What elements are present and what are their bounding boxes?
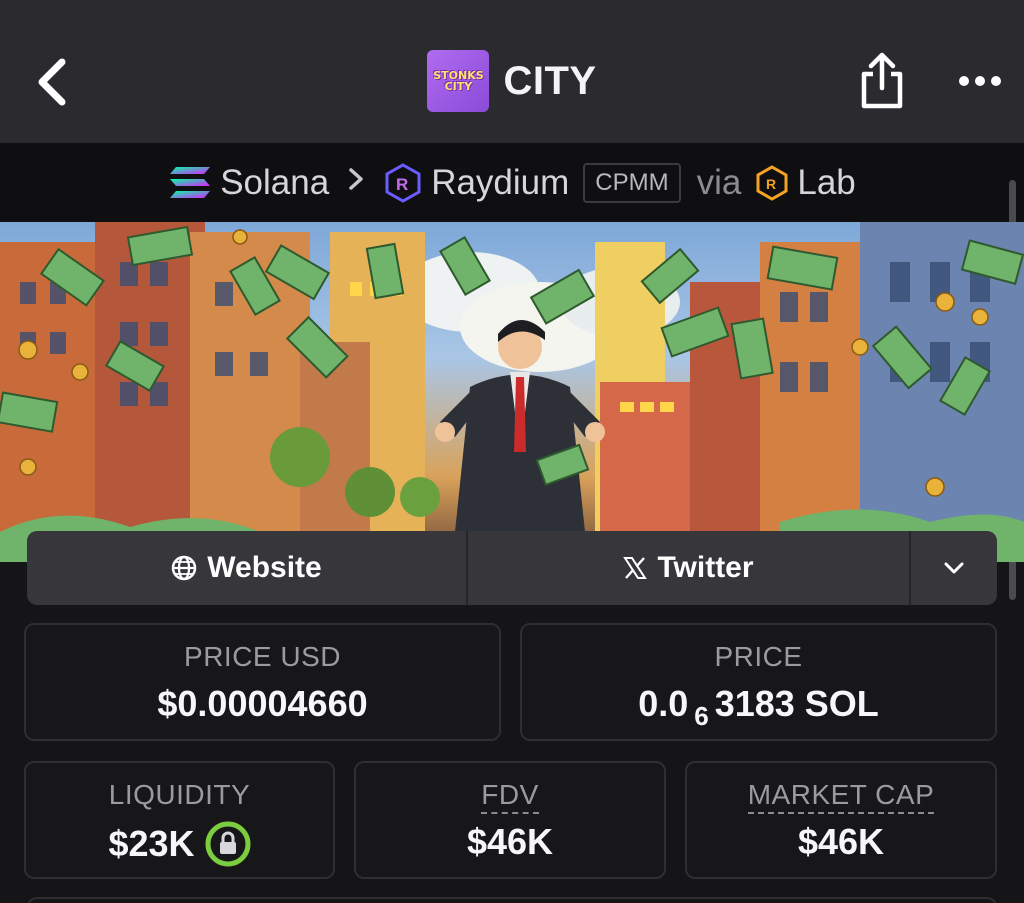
pool-type-badge: CPMM	[583, 162, 681, 203]
logo-text: CITY	[444, 80, 473, 93]
market-cap-label[interactable]: MARKET CAP	[687, 779, 995, 814]
twitter-button[interactable]: Twitter	[468, 531, 911, 605]
solana-icon	[170, 166, 211, 198]
fdv-label[interactable]: FDV	[356, 779, 664, 814]
page-title: CITY	[503, 58, 597, 103]
share-button[interactable]	[856, 50, 908, 112]
website-button[interactable]: Website	[27, 531, 468, 605]
raydium-icon: R	[385, 162, 421, 203]
fdv-label-text: FDV	[481, 779, 539, 814]
liquidity-label: LIQUIDITY	[108, 779, 251, 810]
price-zero-count: 6	[694, 700, 709, 731]
price-native-card: PRICE 0.0 6 3183 SOL	[520, 623, 997, 741]
more-icon	[959, 76, 1001, 86]
chevron-down-icon	[944, 562, 964, 574]
token-banner-image	[0, 222, 1024, 562]
share-icon	[861, 52, 903, 109]
x-icon	[623, 557, 648, 579]
twitter-label: Twitter	[657, 551, 754, 584]
market-cap-card: MARKET CAP $46K	[685, 761, 997, 879]
liquidity-value: $23K	[108, 823, 195, 864]
price-usd-label: PRICE USD	[184, 641, 341, 672]
price-usd-card: PRICE USD $0.00004660	[24, 623, 501, 741]
dex-crumb[interactable]: R Raydium	[383, 163, 569, 203]
dex-label: Raydium	[431, 162, 570, 202]
liquidity-value-row: $23K	[26, 821, 333, 867]
chevron-right-icon	[347, 166, 365, 200]
chain-crumb[interactable]: Solana	[168, 163, 329, 203]
social-links-bar: Website Twitter	[27, 531, 997, 605]
website-label: Website	[207, 551, 322, 584]
market-cap-label-text: MARKET CAP	[747, 779, 935, 814]
globe-icon	[172, 555, 197, 581]
more-options-button[interactable]	[956, 66, 1004, 96]
market-cap-value: $46K	[797, 821, 885, 862]
next-section-edge	[27, 897, 997, 903]
lock-icon[interactable]	[205, 821, 251, 867]
price-prefix: 0.0	[638, 683, 689, 724]
token-logo: STONKS CITY	[427, 50, 490, 112]
fdv-value: $46K	[466, 821, 554, 862]
svg-text:R: R	[396, 175, 408, 194]
via-label: via	[696, 162, 742, 202]
chain-label: Solana	[220, 162, 330, 202]
more-links-button[interactable]	[911, 531, 997, 605]
fdv-card: FDV $46K	[354, 761, 666, 879]
lab-icon: R	[756, 164, 788, 201]
liquidity-card: LIQUIDITY $23K	[24, 761, 335, 879]
price-suffix: 3183 SOL	[714, 683, 879, 724]
launchpad-label: Lab	[797, 162, 856, 202]
price-label: PRICE	[714, 641, 803, 672]
price-usd-value: $0.00004660	[157, 683, 368, 724]
price-native-value: 0.0 6 3183 SOL	[522, 683, 995, 731]
launchpad-crumb[interactable]: R Lab	[755, 162, 856, 203]
breadcrumb: Solana R Raydium CPMM via R Lab	[0, 143, 1024, 222]
svg-text:R: R	[766, 176, 776, 192]
top-bar: STONKS CITY CITY	[0, 0, 1024, 143]
